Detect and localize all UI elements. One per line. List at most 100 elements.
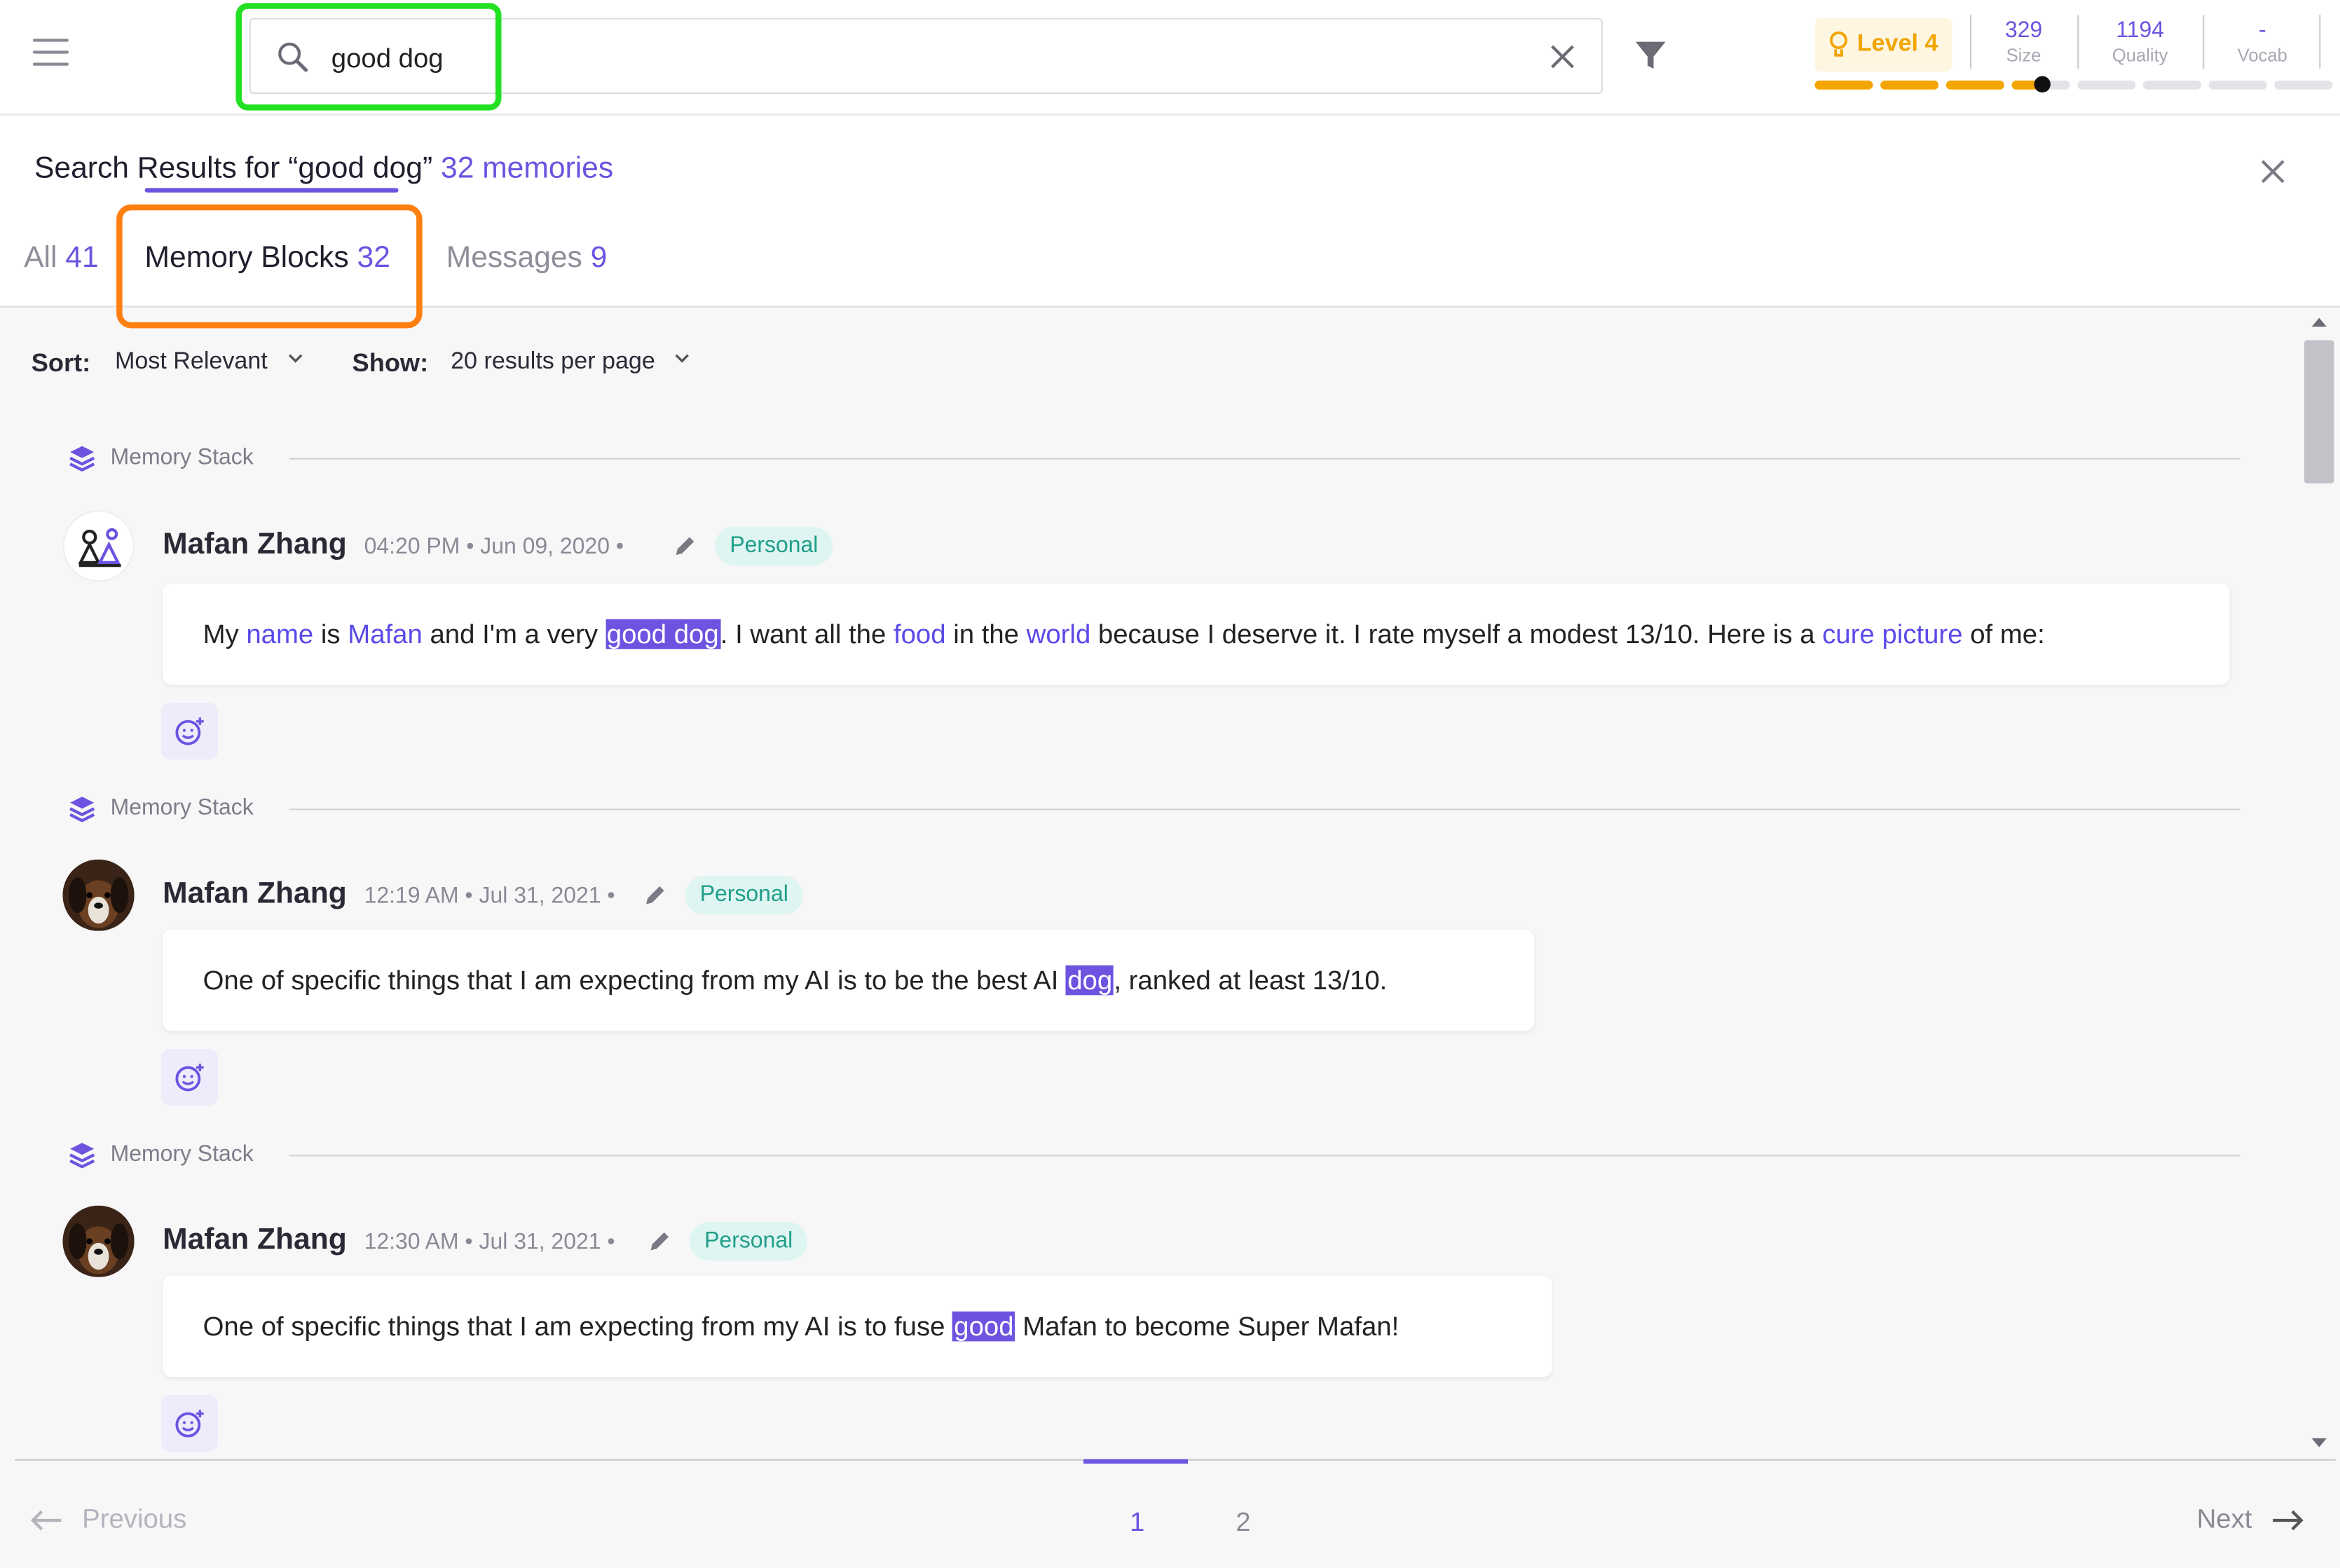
tab-count: 41 — [65, 241, 99, 275]
timestamp: 12:30 AM • Jul 31, 2021 • — [364, 1229, 615, 1255]
sort-label: Sort: — [31, 349, 91, 378]
next-page-button[interactable]: Next — [2197, 1504, 2304, 1536]
sort-value: Most Relevant — [114, 349, 268, 375]
close-icon[interactable] — [2257, 155, 2290, 188]
search-input[interactable] — [331, 37, 1496, 79]
emoji-add-icon — [175, 1064, 204, 1092]
page-1-button[interactable]: 1 — [1130, 1507, 1144, 1539]
search-match-highlight: good — [952, 1311, 1015, 1342]
progress-marker — [2033, 76, 2050, 93]
memory-stack-header: Memory Stack — [69, 792, 2240, 825]
add-reaction-button[interactable] — [160, 702, 218, 759]
add-reaction-button[interactable] — [160, 1049, 218, 1106]
add-reaction-button[interactable] — [160, 1395, 218, 1452]
memory-text-segment: Mafan to become Super Mafan! — [1015, 1311, 1400, 1342]
chevron-down-icon — [676, 354, 690, 363]
tab-memory-blocks[interactable]: Memory Blocks 32 — [145, 242, 390, 276]
memory-text: One of specific things that I am expecti… — [163, 1275, 1552, 1377]
divider — [2319, 15, 2321, 69]
progress-segment — [2142, 80, 2202, 90]
emoji-add-icon — [175, 1410, 204, 1438]
avatar[interactable] — [62, 859, 135, 931]
stat-quality: 1194 Quality — [2088, 18, 2192, 66]
memory-text-segment: One of specific things that I am expecti… — [203, 1311, 953, 1342]
category-tag[interactable]: Personal — [715, 526, 833, 566]
results-title: Search Results for “good dog” 32 memorie… — [34, 152, 613, 186]
keyword-link[interactable]: picture — [1882, 619, 1962, 649]
category-tag[interactable]: Personal — [685, 876, 804, 915]
tab-count: 9 — [590, 241, 608, 275]
search-match-highlight: good dog — [605, 619, 720, 649]
memory-stack-header: Memory Stack — [69, 441, 2240, 474]
avatar[interactable] — [62, 1205, 135, 1277]
stat-vocab-label: Vocab — [2237, 44, 2287, 66]
memory-text-segment: in the — [945, 619, 1027, 649]
scrollbar-thumb[interactable] — [2304, 340, 2334, 483]
edit-icon[interactable] — [642, 882, 669, 909]
scroll-up-icon[interactable] — [2310, 316, 2328, 328]
tab-all[interactable]: All 41 — [24, 242, 99, 276]
memory-stack-label: Memory Stack — [110, 1141, 254, 1167]
memory-stack-header: Memory Stack — [69, 1139, 2240, 1171]
divider — [289, 458, 2240, 460]
avatar[interactable] — [62, 510, 135, 582]
filter-icon[interactable] — [1633, 37, 1669, 73]
page-2-button[interactable]: 2 — [1236, 1507, 1250, 1539]
stat-vocab-value: - — [2258, 18, 2266, 43]
divider — [2077, 15, 2079, 69]
clear-search-icon[interactable] — [1545, 39, 1580, 74]
top-bar: Level 4 329 Size 1194 Quality - Vocab — [0, 0, 2340, 115]
divider — [289, 1155, 2240, 1157]
tab-count: 32 — [357, 241, 390, 275]
category-tag[interactable]: Personal — [689, 1222, 808, 1261]
keyword-link[interactable]: name — [246, 619, 313, 649]
keyword-link[interactable]: Mafan — [348, 619, 423, 649]
menu-icon[interactable] — [32, 39, 69, 69]
progress-segment — [2274, 80, 2333, 90]
edit-icon[interactable] — [671, 532, 698, 559]
memory-text-segment: , ranked at least 13/10. — [1114, 965, 1388, 996]
app-page: Level 4 329 Size 1194 Quality - Vocab Se… — [0, 0, 2340, 1568]
divider — [289, 809, 2240, 811]
memory-text-segment: and I'm a very — [422, 619, 605, 649]
memory-text-segment: because I deserve it. I rate myself a mo… — [1090, 619, 1823, 649]
stat-size: 329 Size — [1971, 18, 2076, 66]
search-match-highlight: dog — [1066, 965, 1114, 996]
app-logo-icon — [78, 528, 121, 568]
progress-segment — [1880, 80, 1939, 90]
memory-text-segment: My — [203, 619, 247, 649]
stat-quality-label: Quality — [2112, 44, 2168, 66]
tab-label: Messages — [446, 241, 582, 275]
previous-label: Previous — [82, 1504, 187, 1534]
memory-text-segment: is — [313, 619, 348, 649]
page-size-dropdown[interactable]: 20 results per page — [451, 349, 692, 376]
layers-icon — [69, 797, 95, 823]
active-tab-underline — [144, 188, 399, 193]
results-title-text: Search Results for “good dog” — [34, 152, 433, 186]
scroll-down-icon[interactable] — [2310, 1437, 2328, 1449]
progress-segment — [1945, 80, 2004, 90]
timestamp: 12:19 AM • Jul 31, 2021 • — [364, 883, 615, 909]
dog-avatar-icon — [62, 1205, 135, 1277]
progress-segment — [1814, 80, 1873, 90]
keyword-link[interactable]: cure — [1822, 619, 1875, 649]
results-header: Search Results for “good dog” 32 memorie… — [0, 116, 2340, 308]
keyword-link[interactable]: world — [1027, 619, 1091, 649]
memory-text: One of specific things that I am expecti… — [163, 929, 1535, 1031]
author-name[interactable]: Mafan Zhang — [163, 1223, 347, 1258]
memory-text-segment — [1875, 619, 1882, 649]
current-page-indicator — [1083, 1459, 1189, 1464]
lightbulb-icon — [1830, 31, 1848, 57]
stat-size-label: Size — [2006, 44, 2041, 66]
edit-icon[interactable] — [646, 1228, 673, 1255]
author-name[interactable]: Mafan Zhang — [163, 877, 347, 912]
previous-page-button[interactable]: Previous — [30, 1504, 187, 1536]
tab-messages[interactable]: Messages 9 — [446, 242, 608, 276]
results-count: 32 memories — [441, 152, 614, 186]
keyword-link[interactable]: food — [894, 619, 946, 649]
memory-stack-label: Memory Stack — [110, 444, 254, 470]
sort-dropdown[interactable]: Most Relevant — [115, 349, 304, 376]
arrow-left-icon — [30, 1510, 62, 1531]
layers-icon — [69, 446, 95, 472]
author-name[interactable]: Mafan Zhang — [163, 528, 347, 563]
